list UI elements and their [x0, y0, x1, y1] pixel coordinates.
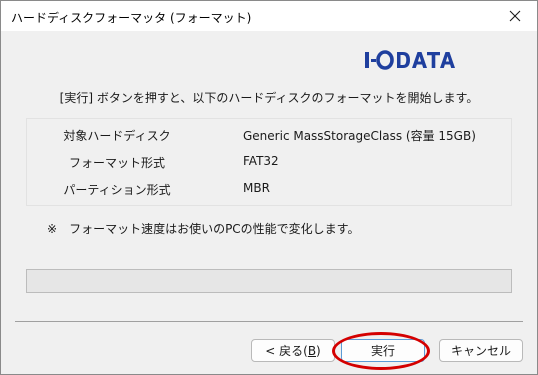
- back-button-suffix: ): [316, 343, 321, 358]
- close-button[interactable]: [493, 1, 537, 31]
- cancel-button[interactable]: キャンセル: [439, 339, 523, 362]
- info-value: Generic MassStorageClass (容量 15GB): [243, 129, 476, 143]
- separator-line: [15, 321, 523, 322]
- info-label: パーティション形式: [63, 183, 171, 197]
- info-label: 対象ハードディスク: [63, 129, 171, 143]
- info-value: FAT32: [243, 154, 279, 168]
- info-row-format-type: フォーマット形式 FAT32: [27, 154, 511, 174]
- title-bar: ハードディスクフォーマッタ (フォーマット): [1, 1, 537, 31]
- execute-button[interactable]: 実行: [341, 339, 425, 362]
- info-row-partition-type: パーティション形式 MBR: [27, 181, 511, 201]
- back-button[interactable]: < 戻る(B): [251, 339, 335, 362]
- dialog-window: ハードディスクフォーマッタ (フォーマット) [実行] ボタンを押すと、以下のハ…: [0, 0, 538, 375]
- window-title: ハードディスクフォーマッタ (フォーマット): [11, 11, 252, 25]
- info-row-target-disk: 対象ハードディスク Generic MassStorageClass (容量 1…: [27, 127, 511, 147]
- speed-note: ※ フォーマット速度はお使いのPCの性能で変化します。: [47, 220, 359, 237]
- execute-button-label: 実行: [370, 344, 395, 358]
- note-mark: ※: [47, 222, 58, 236]
- back-button-mnemonic: B: [307, 343, 317, 358]
- info-value: MBR: [243, 181, 270, 195]
- back-button-label: < 戻る(: [265, 344, 308, 358]
- info-label: フォーマット形式: [68, 156, 165, 170]
- close-icon: [509, 10, 521, 22]
- iodata-logo: [365, 50, 455, 70]
- disk-info-panel: 対象ハードディスク Generic MassStorageClass (容量 1…: [26, 118, 512, 206]
- note-text: フォーマット速度はお使いのPCの性能で変化します。: [69, 222, 360, 236]
- cancel-button-label: キャンセル: [450, 344, 511, 358]
- format-progress-bar: [26, 269, 512, 293]
- instruction-text: [実行] ボタンを押すと、以下のハードディスクのフォーマットを開始します。: [59, 91, 479, 105]
